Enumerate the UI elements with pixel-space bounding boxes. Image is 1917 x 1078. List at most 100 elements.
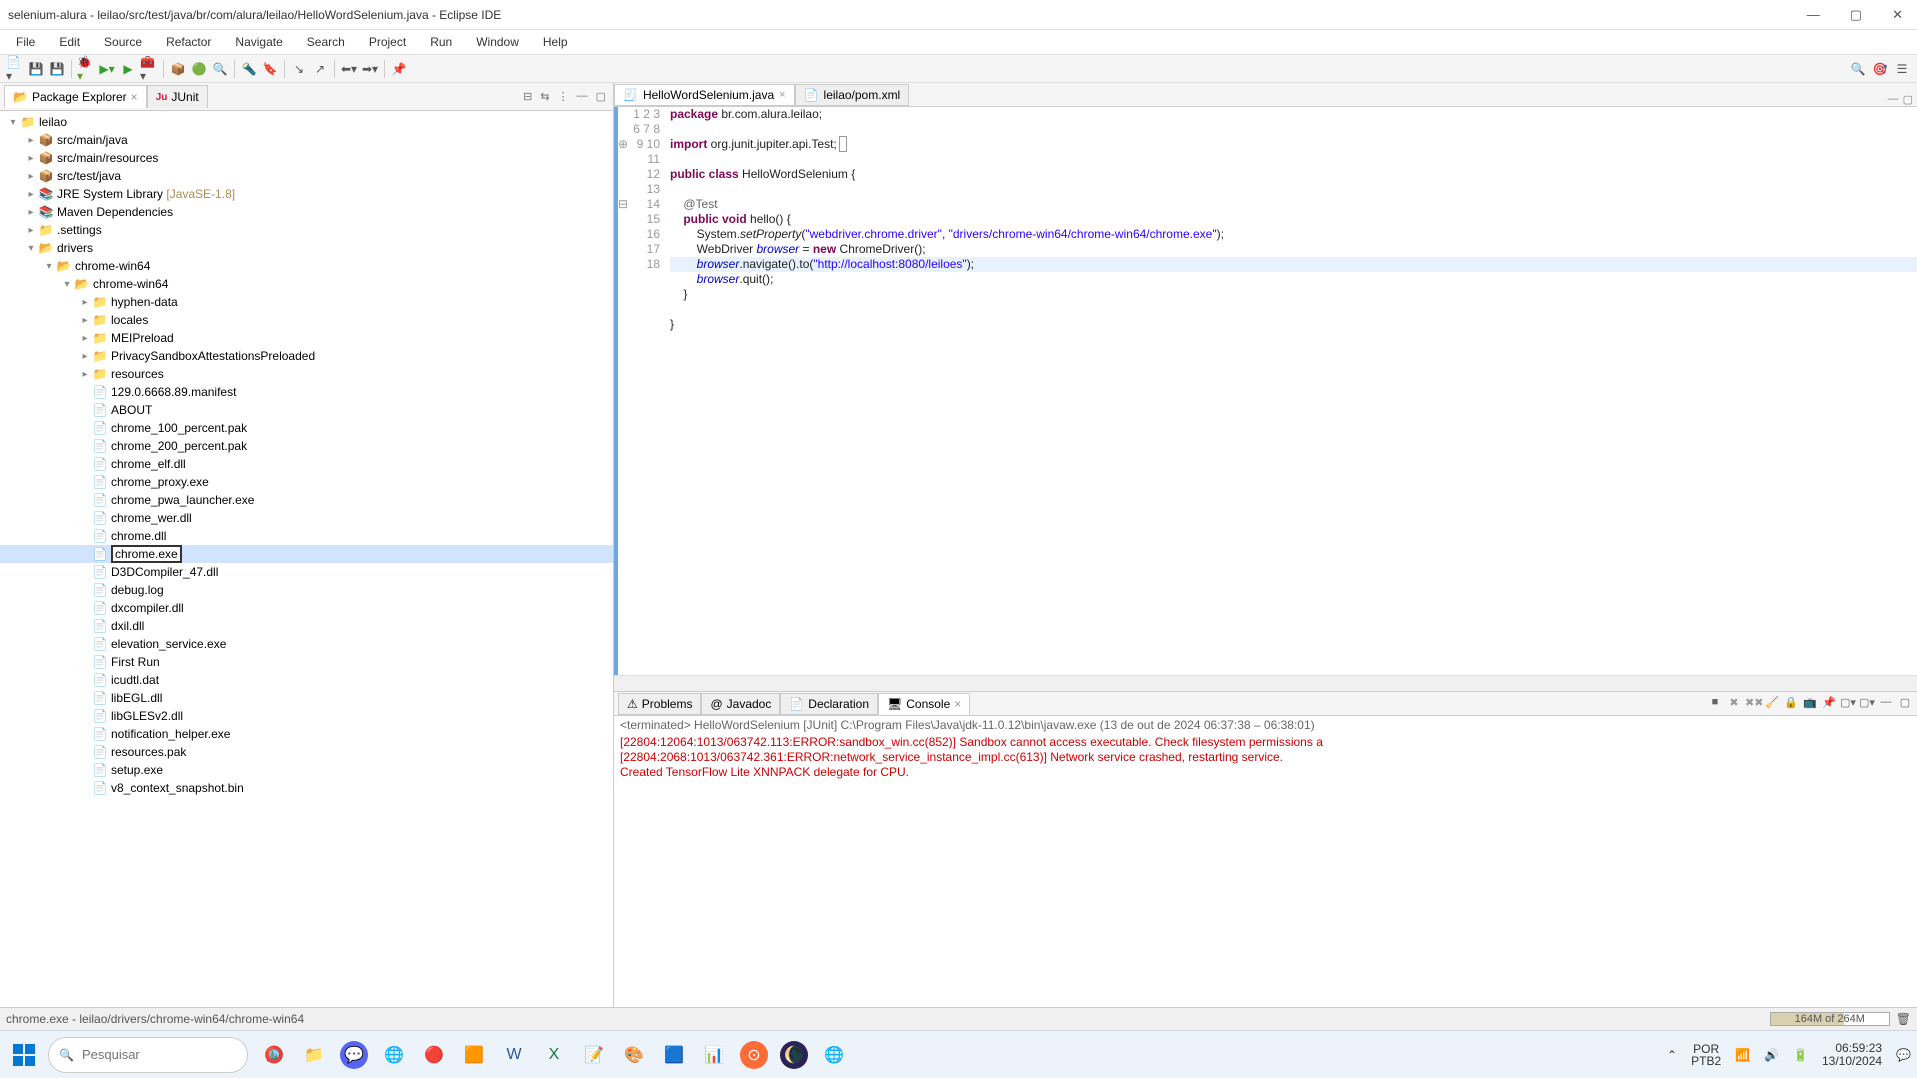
tab-problems[interactable]: ⚠Problems	[618, 693, 701, 715]
subfolder[interactable]: ▸📁MEIPreload	[0, 329, 613, 347]
pin-console-icon[interactable]: 📌	[1821, 696, 1837, 712]
wifi-icon[interactable]: 📶	[1735, 1048, 1750, 1062]
chrome-win64-b[interactable]: ▾📂chrome-win64	[0, 275, 613, 293]
display-selected-icon[interactable]: ▢▾	[1840, 696, 1856, 712]
save-all-icon[interactable]: 💾	[48, 60, 66, 78]
terminate-icon[interactable]: ■	[1707, 696, 1723, 712]
file-node[interactable]: 📄D3DCompiler_47.dll	[0, 563, 613, 581]
show-console-icon[interactable]: 📺	[1802, 696, 1818, 712]
excel-icon[interactable]: X	[540, 1041, 568, 1069]
file-node[interactable]: 📄icudtl.dat	[0, 671, 613, 689]
tab-package-explorer[interactable]: 📂 Package Explorer ×	[4, 85, 147, 108]
app-icon-4[interactable]: 📊	[700, 1041, 728, 1069]
menu-run[interactable]: Run	[420, 33, 462, 51]
back-icon[interactable]: ⬅▾	[340, 60, 358, 78]
file-node[interactable]: 📄129.0.6668.89.manifest	[0, 383, 613, 401]
console-output[interactable]: [22804:12064:1013/063742.113:ERROR:sandb…	[614, 734, 1917, 1007]
editor-horizontal-scrollbar[interactable]	[614, 675, 1917, 691]
close-icon[interactable]: ×	[954, 697, 961, 711]
view-menu-icon[interactable]: ⋮	[555, 89, 572, 104]
file-node[interactable]: 📄chrome_elf.dll	[0, 455, 613, 473]
menu-edit[interactable]: Edit	[49, 33, 90, 51]
minimize-view-icon[interactable]: —	[574, 89, 591, 104]
file-node[interactable]: 📄chrome_200_percent.pak	[0, 437, 613, 455]
editor-tab-pom[interactable]: 📄 leilao/pom.xml	[795, 84, 910, 106]
maven-deps[interactable]: ▸📚Maven Dependencies	[0, 203, 613, 221]
file-node[interactable]: 📄chrome_proxy.exe	[0, 473, 613, 491]
scroll-lock-icon[interactable]: 🔒	[1783, 696, 1799, 712]
pin-icon[interactable]: 📌	[390, 60, 408, 78]
file-node[interactable]: 📄elevation_service.exe	[0, 635, 613, 653]
link-editor-icon[interactable]: ⇆	[537, 89, 552, 104]
prev-annotation-icon[interactable]: ↗	[311, 60, 329, 78]
menu-project[interactable]: Project	[359, 33, 416, 51]
subfolder[interactable]: ▸📁resources	[0, 365, 613, 383]
new-icon[interactable]: 📄▾	[6, 60, 24, 78]
remove-all-icon[interactable]: ✖✖	[1745, 696, 1761, 712]
tag-icon[interactable]: 🔖	[261, 60, 279, 78]
subfolder[interactable]: ▸📁PrivacySandboxAttestationsPreloaded	[0, 347, 613, 365]
file-node[interactable]: 📄setup.exe	[0, 761, 613, 779]
forward-icon[interactable]: ➡▾	[361, 60, 379, 78]
subfolder[interactable]: ▸📁locales	[0, 311, 613, 329]
editor-tab-java[interactable]: 🧾 HelloWordSelenium.java ×	[614, 84, 795, 106]
run-icon[interactable]: ▶▾	[98, 60, 116, 78]
menu-source[interactable]: Source	[94, 33, 152, 51]
file-node[interactable]: 📄First Run	[0, 653, 613, 671]
tab-close-icon[interactable]: ×	[131, 90, 138, 104]
minimize-button[interactable]: —	[1801, 5, 1826, 25]
tray-clock[interactable]: 06:59:23 13/10/2024	[1822, 1042, 1882, 1068]
tab-junit[interactable]: Ju JUnit	[147, 85, 208, 108]
settings-folder[interactable]: ▸📁.settings	[0, 221, 613, 239]
app-icon-2[interactable]: 🟧	[460, 1041, 488, 1069]
jre-library[interactable]: ▸📚JRE System Library [JavaSE-1.8]	[0, 185, 613, 203]
file-node[interactable]: 📄libEGL.dll	[0, 689, 613, 707]
remove-launch-icon[interactable]: ✖	[1726, 696, 1742, 712]
file-node[interactable]: 📄chrome_100_percent.pak	[0, 419, 613, 437]
clear-console-icon[interactable]: 🧹	[1764, 696, 1780, 712]
src-main-resources[interactable]: ▸📦src/main/resources	[0, 149, 613, 167]
file-explorer-icon[interactable]: 📁	[300, 1041, 328, 1069]
file-node[interactable]: 📄dxil.dll	[0, 617, 613, 635]
file-node[interactable]: 📄chrome.dll	[0, 527, 613, 545]
file-node[interactable]: 📄chrome_wer.dll	[0, 509, 613, 527]
open-console-icon[interactable]: ▢▾	[1859, 696, 1875, 712]
src-main-java[interactable]: ▸📦src/main/java	[0, 131, 613, 149]
tab-declaration[interactable]: 📄Declaration	[780, 693, 878, 715]
menu-help[interactable]: Help	[533, 33, 578, 51]
run-gc-icon[interactable]: 🗑	[1896, 1012, 1911, 1026]
editor-body[interactable]: ⊕ ⊟ 1 2 3 6 7 8 9 10 11 12 13 14 15 16 1…	[614, 107, 1917, 675]
maximize-view-icon[interactable]: ▢	[593, 89, 609, 104]
discord-icon[interactable]: 💬	[340, 1041, 368, 1069]
task-view-icon[interactable]: ⭕	[260, 1041, 288, 1069]
file-chrome-exe[interactable]: 📄chrome.exe	[0, 545, 613, 563]
heap-gauge[interactable]: 164M of 264M	[1770, 1012, 1890, 1026]
maximize-console-icon[interactable]: ▢	[1897, 696, 1913, 712]
battery-icon[interactable]: 🔋	[1793, 1048, 1808, 1062]
notepad-icon[interactable]: 📝	[580, 1041, 608, 1069]
drivers-folder[interactable]: ▾📂drivers	[0, 239, 613, 257]
quick-access-icon[interactable]: 🔍	[1849, 60, 1867, 78]
next-annotation-icon[interactable]: ↘	[290, 60, 308, 78]
file-node[interactable]: 📄debug.log	[0, 581, 613, 599]
chrome-icon[interactable]: 🌐	[380, 1041, 408, 1069]
menu-file[interactable]: File	[6, 33, 45, 51]
src-test-java[interactable]: ▸📦src/test/java	[0, 167, 613, 185]
chrome-test-icon[interactable]: 🌐	[820, 1041, 848, 1069]
project-node[interactable]: ▾📁leilao	[0, 113, 613, 131]
search-input[interactable]	[82, 1047, 258, 1062]
new-package-icon[interactable]: 📦	[169, 60, 187, 78]
paint-icon[interactable]: 🎨	[620, 1041, 648, 1069]
open-type-icon[interactable]: 🔍	[211, 60, 229, 78]
menu-search[interactable]: Search	[297, 33, 355, 51]
coverage-icon[interactable]: ▶	[119, 60, 137, 78]
code-content[interactable]: package br.com.alura.leilao; import org.…	[666, 107, 1917, 675]
close-icon[interactable]: ×	[779, 89, 785, 101]
menu-refactor[interactable]: Refactor	[156, 33, 221, 51]
file-node[interactable]: 📄dxcompiler.dll	[0, 599, 613, 617]
perspective-switch-icon[interactable]: ☰	[1893, 60, 1911, 78]
save-icon[interactable]: 💾	[27, 60, 45, 78]
taskbar-search[interactable]: 🔍 🏙️	[48, 1037, 248, 1073]
postman-icon[interactable]: ⊙	[740, 1041, 768, 1069]
maximize-editor-icon[interactable]: ▢	[1903, 93, 1913, 106]
